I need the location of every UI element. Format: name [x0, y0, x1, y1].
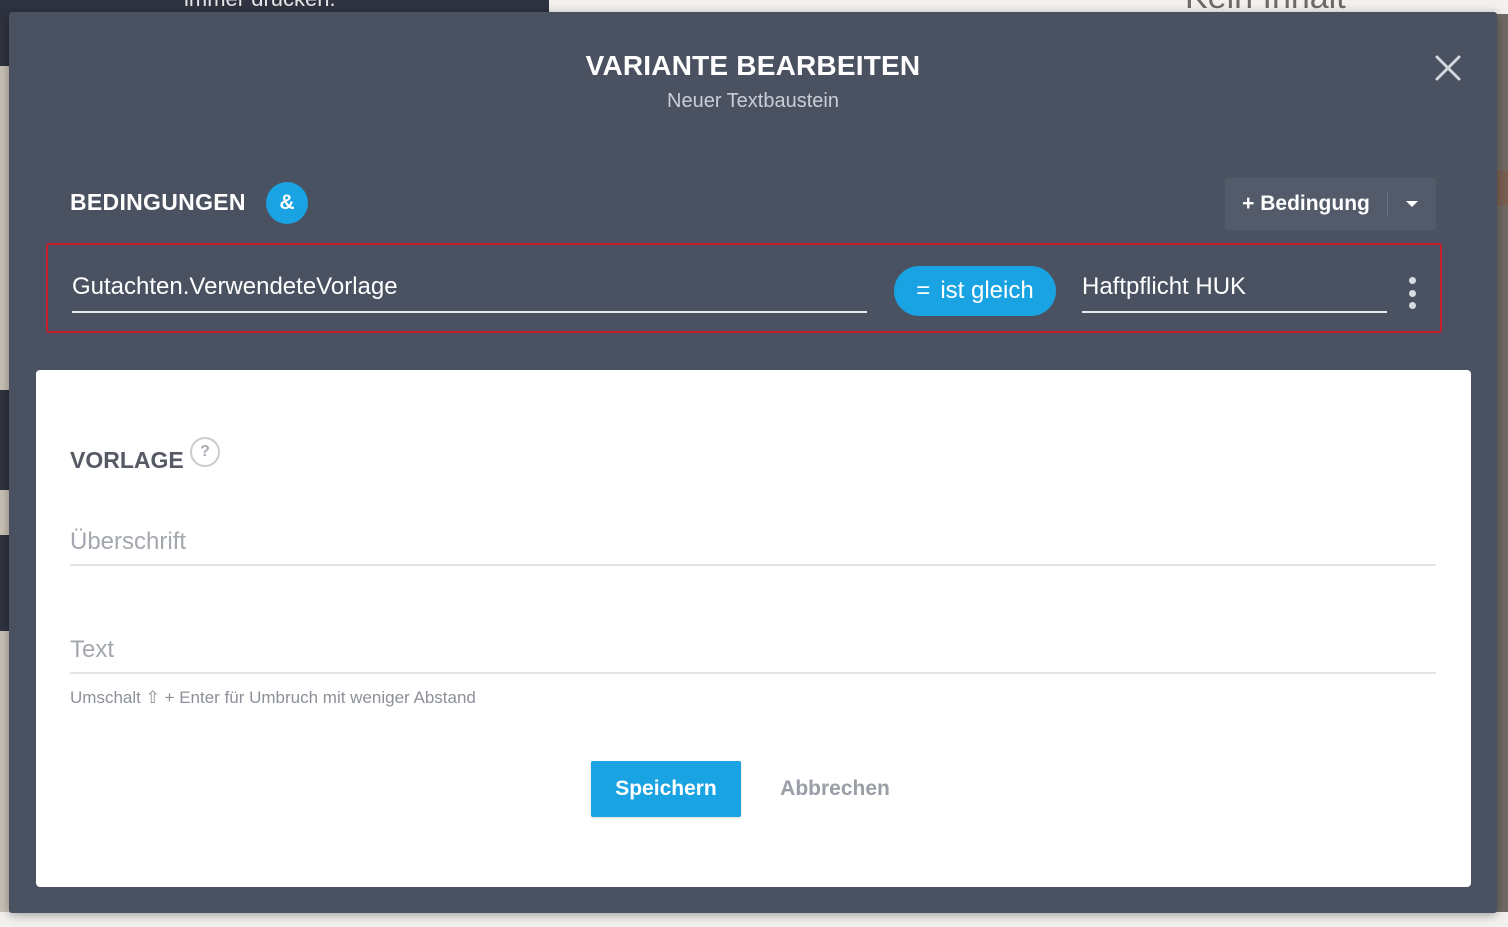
condition-field-input[interactable]: Gutachten.VerwendeteVorlage [72, 271, 867, 313]
heading-input[interactable]: Überschrift [70, 524, 1436, 566]
more-vertical-icon[interactable] [1402, 277, 1422, 309]
condition-row: Gutachten.VerwendeteVorlage = ist gleich… [46, 243, 1442, 333]
condition-operator-button[interactable]: = ist gleich [894, 266, 1056, 316]
template-card: VORLAGE ? Überschrift Text Umschalt ⇧ + … [36, 370, 1471, 887]
close-icon[interactable] [1432, 52, 1464, 84]
background-left-text: immer drucken. [184, 0, 336, 12]
operator-symbol: = [916, 277, 931, 304]
template-heading: VORLAGE [70, 447, 184, 473]
help-icon[interactable]: ? [190, 437, 220, 467]
conditions-heading: BEDINGUNGEN [70, 189, 246, 215]
text-input[interactable]: Text [70, 632, 1436, 674]
logic-and-toggle[interactable]: & [266, 182, 308, 224]
cancel-button[interactable]: Abbrechen [761, 761, 909, 817]
condition-value-input[interactable]: Haftpflicht HUK [1082, 271, 1387, 313]
operator-label: ist gleich [940, 277, 1034, 304]
background-bottom-strip [0, 912, 1508, 927]
save-button[interactable]: Speichern [591, 761, 741, 817]
dialog-subtitle: Neuer Textbaustein [667, 90, 839, 112]
caret-down-icon[interactable] [1388, 200, 1436, 208]
edit-variant-dialog: VARIANTE BEARBEITEN Neuer Textbaustein B… [9, 12, 1497, 913]
line-break-hint: Umschalt ⇧ + Enter für Umbruch mit wenig… [70, 688, 476, 707]
dialog-title: VARIANTE BEARBEITEN [585, 50, 921, 81]
add-condition-split-button: + Bedingung [1225, 178, 1436, 230]
add-condition-button[interactable]: + Bedingung [1225, 192, 1387, 216]
background-accent [1496, 170, 1508, 206]
